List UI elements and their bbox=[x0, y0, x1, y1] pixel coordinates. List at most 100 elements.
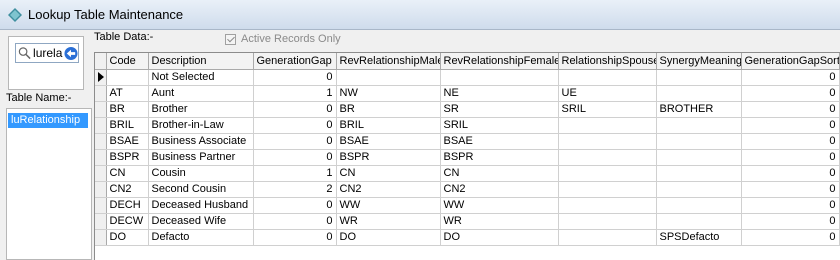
table-cell[interactable]: Business Associate bbox=[148, 133, 254, 150]
table-cell[interactable]: BSPR bbox=[440, 149, 559, 166]
table-cell[interactable]: 0 bbox=[741, 165, 840, 182]
data-grid[interactable]: Code Description GenerationGap RevRelati… bbox=[94, 52, 840, 260]
table-cell[interactable]: Business Partner bbox=[148, 149, 254, 166]
table-cell[interactable]: 0 bbox=[253, 101, 337, 118]
table-cell[interactable]: SRIL bbox=[558, 101, 657, 118]
table-cell[interactable] bbox=[656, 165, 742, 182]
table-cell[interactable] bbox=[558, 117, 657, 134]
row-selector[interactable] bbox=[95, 197, 107, 214]
table-cell[interactable]: DO bbox=[440, 229, 559, 246]
table-cell[interactable]: AT bbox=[106, 85, 149, 102]
column-header[interactable]: GenerationGapSort bbox=[741, 53, 840, 70]
table-row[interactable]: DECW Deceased Wife 0 WR WR 0 bbox=[95, 213, 840, 230]
table-cell[interactable]: BRIL bbox=[106, 117, 149, 134]
table-cell[interactable]: 0 bbox=[741, 229, 840, 246]
table-cell[interactable] bbox=[656, 133, 742, 150]
table-cell[interactable]: 0 bbox=[741, 181, 840, 198]
table-cell[interactable]: 0 bbox=[741, 101, 840, 118]
table-list-item[interactable]: luRelationship bbox=[8, 113, 88, 128]
table-cell[interactable]: SR bbox=[440, 101, 559, 118]
table-row[interactable]: BSAE Business Associate 0 BSAE BSAE 0 bbox=[95, 133, 840, 150]
table-row[interactable]: BSPR Business Partner 0 BSPR BSPR 0 bbox=[95, 149, 840, 166]
table-cell[interactable]: CN2 bbox=[440, 181, 559, 198]
table-cell[interactable]: SRIL bbox=[440, 117, 559, 134]
table-cell[interactable]: Deceased Husband bbox=[148, 197, 254, 214]
table-cell[interactable]: 1 bbox=[253, 165, 337, 182]
column-header[interactable]: RevRelationshipMale bbox=[336, 53, 441, 70]
table-cell[interactable]: Not Selected bbox=[148, 69, 254, 86]
row-selector[interactable] bbox=[95, 133, 107, 150]
table-cell[interactable]: 0 bbox=[253, 213, 337, 230]
table-row[interactable]: DO Defacto 0 DO DO SPSDefacto 0 bbox=[95, 229, 840, 246]
row-selector[interactable] bbox=[95, 117, 107, 134]
table-cell[interactable] bbox=[656, 117, 742, 134]
table-cell[interactable]: CN bbox=[440, 165, 559, 182]
table-row[interactable]: CN2 Second Cousin 2 CN2 CN2 0 bbox=[95, 181, 840, 198]
table-cell[interactable]: 0 bbox=[741, 117, 840, 134]
table-cell[interactable] bbox=[656, 213, 742, 230]
row-selector[interactable] bbox=[95, 165, 107, 182]
table-cell[interactable]: BROTHER bbox=[656, 101, 742, 118]
table-cell[interactable]: BR bbox=[336, 101, 441, 118]
table-cell[interactable] bbox=[558, 69, 657, 86]
table-cell[interactable]: DO bbox=[106, 229, 149, 246]
table-cell[interactable]: 0 bbox=[253, 229, 337, 246]
table-cell[interactable]: Defacto bbox=[148, 229, 254, 246]
column-header[interactable]: GenerationGap bbox=[253, 53, 337, 70]
table-cell[interactable]: BSPR bbox=[336, 149, 441, 166]
table-cell[interactable]: 0 bbox=[253, 197, 337, 214]
table-cell[interactable]: 0 bbox=[741, 213, 840, 230]
column-header[interactable]: RevRelationshipFemale bbox=[440, 53, 559, 70]
column-header[interactable]: SynergyMeaning bbox=[656, 53, 742, 70]
table-cell[interactable]: WW bbox=[336, 197, 441, 214]
table-cell[interactable]: DECW bbox=[106, 213, 149, 230]
table-cell[interactable] bbox=[558, 133, 657, 150]
table-cell[interactable]: 0 bbox=[253, 149, 337, 166]
table-cell[interactable]: BSPR bbox=[106, 149, 149, 166]
table-cell[interactable]: BRIL bbox=[336, 117, 441, 134]
table-cell[interactable] bbox=[656, 85, 742, 102]
table-cell[interactable]: 0 bbox=[253, 133, 337, 150]
table-cell[interactable]: CN2 bbox=[106, 181, 149, 198]
column-header[interactable]: RelationshipSpouse bbox=[558, 53, 657, 70]
table-cell[interactable]: UE bbox=[558, 85, 657, 102]
table-cell[interactable] bbox=[558, 229, 657, 246]
table-cell[interactable]: WR bbox=[440, 213, 559, 230]
table-cell[interactable]: 0 bbox=[253, 69, 337, 86]
table-row[interactable]: DECH Deceased Husband 0 WW WW 0 bbox=[95, 197, 840, 214]
table-cell[interactable] bbox=[558, 149, 657, 166]
table-cell[interactable]: WR bbox=[336, 213, 441, 230]
column-header[interactable]: Code bbox=[106, 53, 149, 70]
table-cell[interactable]: 2 bbox=[253, 181, 337, 198]
table-cell[interactable]: BSAE bbox=[440, 133, 559, 150]
column-header[interactable]: Description bbox=[148, 53, 254, 70]
table-cell[interactable]: WW bbox=[440, 197, 559, 214]
table-cell[interactable]: BSAE bbox=[106, 133, 149, 150]
table-cell[interactable] bbox=[656, 181, 742, 198]
row-selector[interactable] bbox=[95, 85, 107, 102]
table-row[interactable]: AT Aunt 1 NW NE UE 0 bbox=[95, 85, 840, 102]
table-row[interactable]: Not Selected 0 0 bbox=[95, 69, 840, 86]
table-cell[interactable]: NW bbox=[336, 85, 441, 102]
table-cell[interactable]: BSAE bbox=[336, 133, 441, 150]
table-cell[interactable]: 0 bbox=[741, 69, 840, 86]
row-selector[interactable] bbox=[95, 101, 107, 118]
table-cell[interactable]: Brother bbox=[148, 101, 254, 118]
table-cell[interactable]: CN bbox=[106, 165, 149, 182]
table-cell[interactable]: SPSDefacto bbox=[656, 229, 742, 246]
table-cell[interactable]: Aunt bbox=[148, 85, 254, 102]
table-cell[interactable]: CN2 bbox=[336, 181, 441, 198]
row-selector[interactable] bbox=[95, 213, 107, 230]
table-cell[interactable] bbox=[440, 69, 559, 86]
table-cell[interactable] bbox=[558, 181, 657, 198]
table-cell[interactable]: 1 bbox=[253, 85, 337, 102]
table-cell[interactable] bbox=[656, 149, 742, 166]
table-cell[interactable] bbox=[106, 69, 149, 86]
table-cell[interactable]: Deceased Wife bbox=[148, 213, 254, 230]
go-back-icon[interactable] bbox=[64, 46, 78, 61]
table-list[interactable]: luRelationship bbox=[6, 108, 92, 260]
table-cell[interactable]: Cousin bbox=[148, 165, 254, 182]
row-selector[interactable] bbox=[95, 149, 107, 166]
table-cell[interactable]: 0 bbox=[741, 133, 840, 150]
table-cell[interactable]: CN bbox=[336, 165, 441, 182]
